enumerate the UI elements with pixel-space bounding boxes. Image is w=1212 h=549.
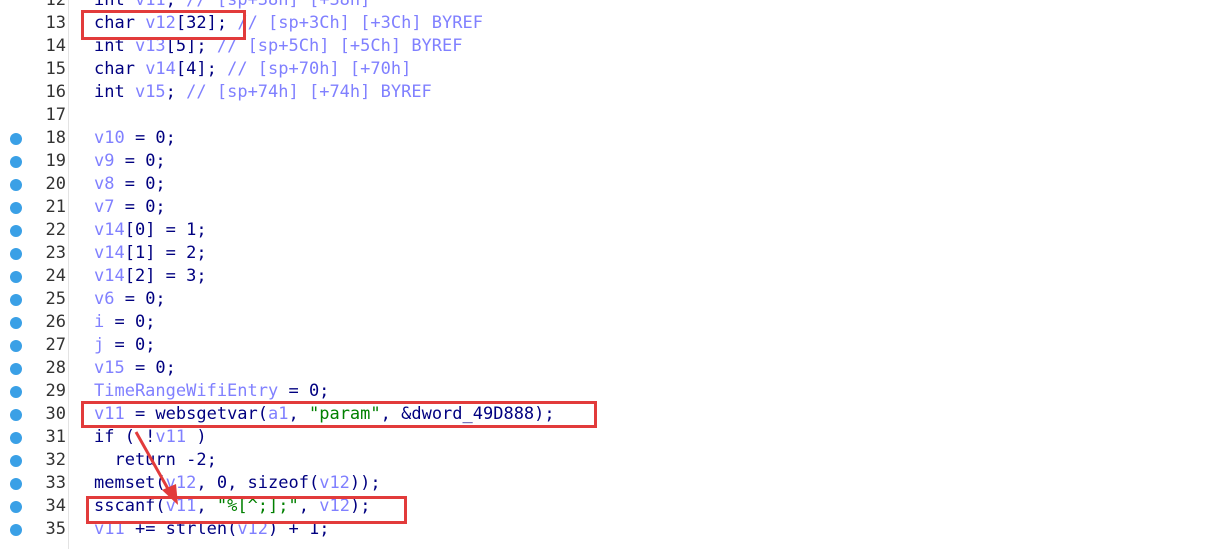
arrow-head	[162, 484, 178, 505]
annotation-arrow	[134, 431, 178, 505]
arrow-shaft	[134, 431, 174, 497]
